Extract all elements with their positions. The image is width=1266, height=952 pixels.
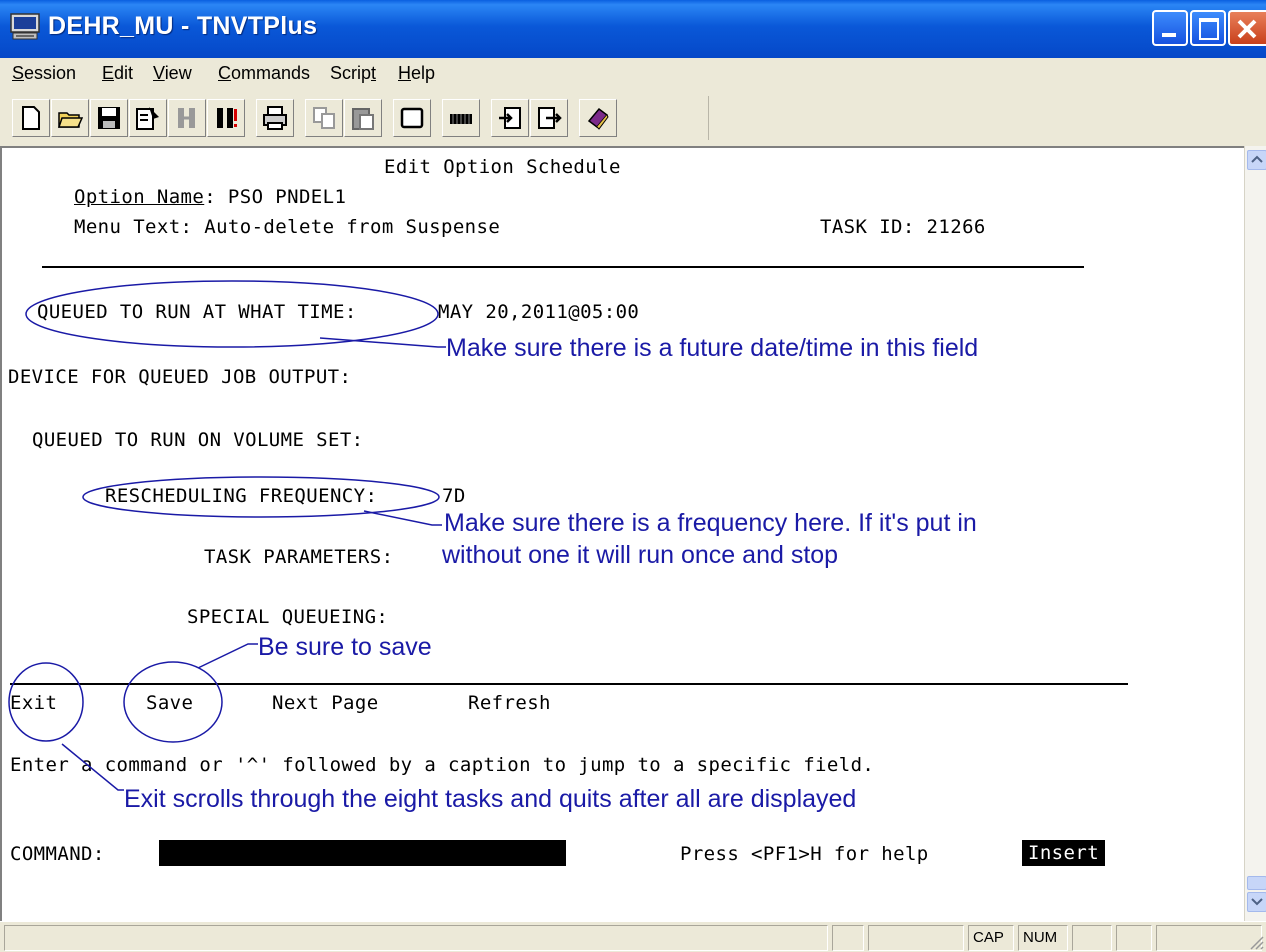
menu-commands-label: ommands [231,63,311,83]
open-button[interactable] [51,99,89,137]
resize-grip-icon[interactable] [1248,934,1264,950]
copy-icon [313,107,335,129]
status-main-pane [4,925,828,951]
scroll-thumb[interactable] [1247,876,1266,890]
book-icon [587,107,609,130]
annotation-ellipse-exit [8,662,84,742]
annotation-ellipse-queued-time [25,280,439,348]
minimize-icon [1162,33,1176,37]
terminal-app-icon [10,13,40,40]
annotation-pointer-frequency [363,510,442,526]
properties-button[interactable] [129,99,167,137]
scroll-down-button[interactable] [1247,892,1266,912]
close-button[interactable] [1228,10,1266,46]
menu-script[interactable]: Script [330,63,376,84]
scroll-up-button[interactable] [1247,150,1266,170]
annotation-pointer-exit [61,743,124,791]
status-pane-3 [1072,925,1112,951]
chevron-down-icon [1251,898,1263,906]
save-button[interactable] [90,99,128,137]
annotation-ellipse-save [123,661,223,743]
maximize-icon [1199,18,1219,40]
new-button[interactable] [12,99,50,137]
new-document-icon [22,106,40,130]
export-icon [538,107,562,129]
menu-help[interactable]: Help [398,63,435,84]
menu-commands-mnemonic: C [218,63,231,83]
keyboard-button[interactable] [442,99,480,137]
toolbar-group [10,96,709,140]
menu-script-label: Scrip [330,63,372,83]
minimize-button[interactable] [1152,10,1188,46]
menu-commands[interactable]: Commands [218,63,310,84]
vertical-scrollbar[interactable] [1244,146,1266,921]
status-pane-1 [832,925,864,951]
menu-help-mnemonic: H [398,63,411,83]
screen-button[interactable] [393,99,431,137]
menu-session[interactable]: Session [12,63,76,84]
status-pane-4 [1116,925,1152,951]
menu-help-label: elp [411,63,436,83]
import-button[interactable] [491,99,529,137]
menu-edit-mnemonic: E [102,63,115,83]
annotation-pointer-save [197,643,258,669]
menu-edit-label: dit [114,63,134,83]
save-disk-icon [98,107,120,129]
terminal-screen[interactable]: Edit Option Schedule Option Name: PSO PN… [0,146,1244,921]
disconnect-icon [178,108,195,128]
maximize-button[interactable] [1190,10,1226,46]
properties-icon [136,107,159,130]
paste-icon [352,108,374,130]
paste-button[interactable] [344,99,382,137]
menu-script-mnemonic: t [371,63,377,83]
status-pane-5 [1156,925,1262,951]
annotation-overlay [8,280,446,791]
connect-button[interactable] [207,99,245,137]
book-button[interactable] [579,99,617,137]
menu-session-label: ession [24,63,77,83]
num-lock-indicator: NUM [1018,925,1068,951]
close-icon [1237,19,1257,39]
keyboard-icon [450,114,472,124]
annotation-ellipse-resched [82,476,440,518]
copy-button[interactable] [305,99,343,137]
print-button[interactable] [256,99,294,137]
caps-lock-indicator: CAP [968,925,1014,951]
connect-icon [217,108,237,128]
import-icon [499,107,521,129]
screen-icon [400,107,424,129]
open-folder-icon [57,112,83,128]
print-icon [263,106,287,130]
window-title: DEHR_MU - TNVTPlus [48,12,318,40]
menu-view[interactable]: View [153,63,192,84]
menu-session-mnemonic: S [12,63,25,83]
export-button[interactable] [530,99,568,137]
menu-edit[interactable]: Edit [102,63,133,84]
status-bar: CAP NUM [0,921,1266,952]
menu-bar: Session Edit View Commands Script Help [0,58,1266,91]
title-bar[interactable]: DEHR_MU - TNVTPlus [0,0,1266,58]
application-window: DEHR_MU - TNVTPlus Session Edit View Com… [0,0,1266,952]
disconnect-button[interactable] [168,99,206,137]
status-pane-2 [868,925,964,951]
toolbar [0,90,1266,146]
chevron-up-icon [1251,155,1263,163]
menu-view-label: iew [164,63,192,83]
menu-view-mnemonic: V [153,63,165,83]
